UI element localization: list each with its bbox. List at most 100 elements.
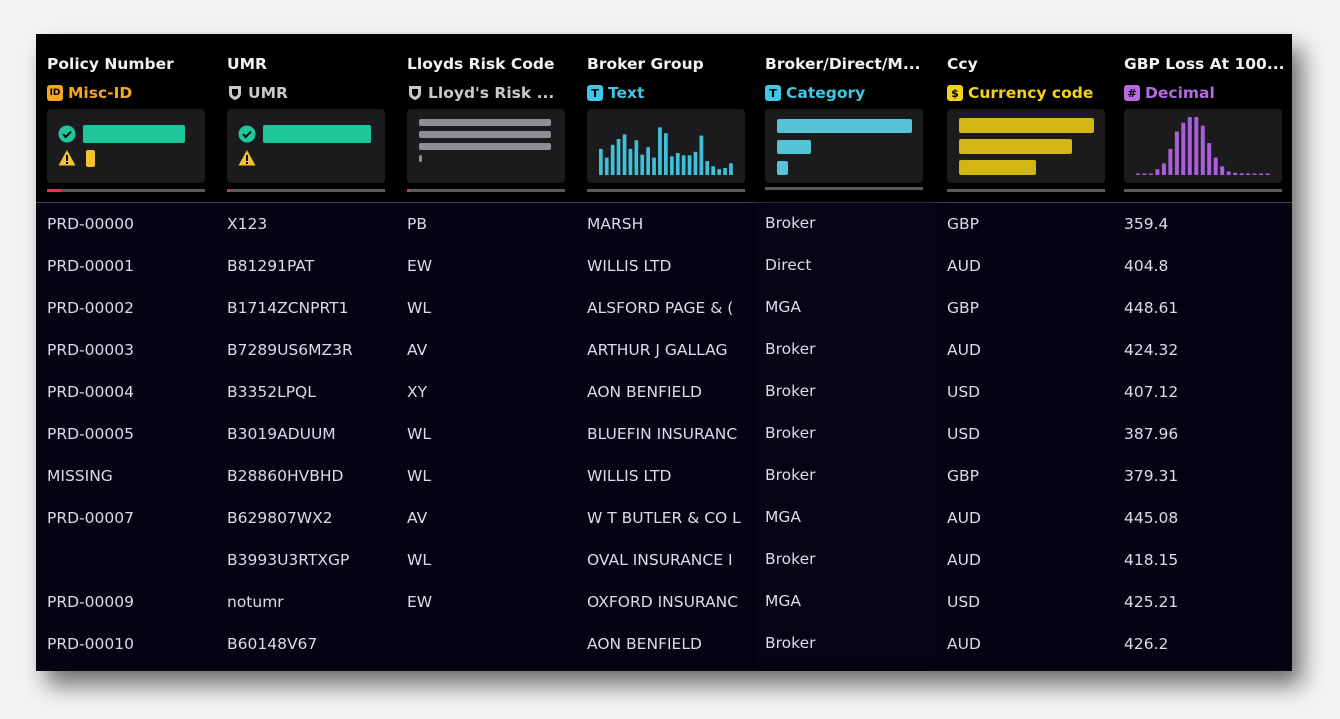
table-cell[interactable]: 445.08 — [1124, 497, 1292, 539]
table-cell[interactable]: MGA — [765, 496, 933, 538]
column-header[interactable]: GBP Loss At 100... # Decimal — [1113, 34, 1292, 202]
column-type[interactable]: T Category — [765, 83, 935, 103]
table-cell[interactable]: GBP — [947, 287, 1115, 329]
table-cell[interactable]: 359.4 — [1124, 203, 1292, 245]
table-cell[interactable]: B28860HVBHD — [227, 455, 395, 497]
table-cell[interactable]: ARTHUR J GALLAG — [587, 329, 743, 371]
table-cell[interactable]: 379.31 — [1124, 455, 1292, 497]
table-cell[interactable]: WL — [407, 455, 575, 497]
table-cell[interactable]: 407.12 — [1124, 371, 1292, 413]
table-cell[interactable]: Broker — [765, 370, 933, 412]
table-cell[interactable]: B7289US6MZ3R — [227, 329, 395, 371]
table-cell[interactable]: GBP — [947, 203, 1115, 245]
table-cell[interactable]: PRD-00010 — [47, 623, 215, 665]
table-cell[interactable]: B3993U3RTXGP — [227, 539, 395, 581]
table-cell[interactable]: PRD-00003 — [47, 329, 215, 371]
column-type[interactable]: T Text — [587, 83, 757, 103]
table-cell[interactable]: 387.96 — [1124, 413, 1292, 455]
table-cell[interactable]: ALSFORD PAGE & ( — [587, 287, 743, 329]
table-cell[interactable]: AUD — [947, 497, 1115, 539]
table-cell[interactable]: B60148V67 — [227, 623, 395, 665]
table-cell[interactable]: Direct — [765, 244, 933, 286]
column-header[interactable]: Lloyds Risk Code Lloyd's Risk ... — [396, 34, 576, 202]
table-cell[interactable]: PRD-00005 — [47, 413, 215, 455]
table-cell[interactable]: B629807WX2 — [227, 497, 395, 539]
table-cell[interactable]: 448.61 — [1124, 287, 1292, 329]
table-cell[interactable]: WL — [407, 413, 575, 455]
table-cell[interactable]: XY — [407, 371, 575, 413]
column-type[interactable]: $ Currency code — [947, 83, 1117, 103]
table-cell[interactable]: 426.2 — [1124, 623, 1292, 665]
column-title[interactable]: Lloyds Risk Code — [407, 55, 577, 73]
column-type[interactable]: Lloyd's Risk ... — [407, 83, 577, 103]
column-type[interactable]: # Decimal — [1124, 83, 1292, 103]
table-cell[interactable]: B3352LPQL — [227, 371, 395, 413]
column-title[interactable]: Ccy — [947, 55, 1117, 73]
column-title[interactable]: Broker/Direct/M... — [765, 55, 935, 73]
table-row[interactable]: PRD-00000 X123 PB MARSH Broker GBP 359.4 — [36, 203, 1292, 245]
column-header[interactable]: UMR UMR — [216, 34, 396, 202]
table-cell[interactable]: 404.8 — [1124, 245, 1292, 287]
table-cell[interactable]: Broker — [765, 328, 933, 370]
table-cell[interactable]: Broker — [765, 454, 933, 496]
table-row[interactable]: PRD-00003 B7289US6MZ3R AV ARTHUR J GALLAG Br… — [36, 329, 1292, 371]
table-cell[interactable]: OVAL INSURANCE I — [587, 539, 743, 581]
table-row[interactable]: PRD-00002 B1714ZCNPRT1 WL ALSFORD PAGE & ( M… — [36, 287, 1292, 329]
table-row[interactable]: B3993U3RTXGP WL OVAL INSURANCE I Broker AUD 4… — [36, 539, 1292, 581]
column-header[interactable]: Broker Group T Text — [576, 34, 754, 202]
table-cell[interactable]: WILLIS LTD — [587, 455, 743, 497]
table-cell[interactable]: EW — [407, 245, 575, 287]
table-cell[interactable]: PRD-00002 — [47, 287, 215, 329]
table-cell[interactable]: Broker — [765, 412, 933, 454]
table-row[interactable]: MISSING B28860HVBHD WL WILLIS LTD Broker GBP 3… — [36, 455, 1292, 497]
table-cell[interactable]: PRD-00007 — [47, 497, 215, 539]
table-cell[interactable]: AUD — [947, 539, 1115, 581]
table-cell[interactable]: WL — [407, 287, 575, 329]
table-cell[interactable]: AON BENFIELD — [587, 371, 743, 413]
table-cell[interactable]: MGA — [765, 580, 933, 622]
table-cell[interactable]: AUD — [947, 245, 1115, 287]
table-cell[interactable]: notumr — [227, 581, 395, 623]
table-cell[interactable]: AV — [407, 497, 575, 539]
column-title[interactable]: GBP Loss At 100... — [1124, 55, 1292, 73]
table-cell[interactable]: GBP — [947, 455, 1115, 497]
table-cell[interactable]: B1714ZCNPRT1 — [227, 287, 395, 329]
table-cell[interactable]: Broker — [765, 202, 933, 244]
table-cell[interactable]: PRD-00000 — [47, 203, 215, 245]
table-cell[interactable]: AUD — [947, 623, 1115, 665]
column-title[interactable]: Policy Number — [47, 55, 217, 73]
table-row[interactable]: PRD-00007 B629807WX2 AV W T BUTLER & CO L MG… — [36, 497, 1292, 539]
table-cell[interactable]: MARSH — [587, 203, 743, 245]
column-header[interactable]: Ccy $ Currency code — [936, 34, 1113, 202]
column-type[interactable]: UMR — [227, 83, 397, 103]
column-title[interactable]: Broker Group — [587, 55, 757, 73]
table-row[interactable]: PRD-00005 B3019ADUUM WL BLUEFIN INSURANC Bro… — [36, 413, 1292, 455]
table-row[interactable]: PRD-00001 B81291PAT EW WILLIS LTD Direct AUD 4… — [36, 245, 1292, 287]
table-cell[interactable]: MGA — [765, 286, 933, 328]
table-cell[interactable] — [47, 539, 215, 581]
table-cell[interactable]: AV — [407, 329, 575, 371]
table-cell[interactable]: PB — [407, 203, 575, 245]
column-header[interactable]: Broker/Direct/M... T Category — [754, 34, 936, 202]
table-cell[interactable]: USD — [947, 413, 1115, 455]
table-cell[interactable]: PRD-00001 — [47, 245, 215, 287]
column-header[interactable]: Policy Number ID Misc-ID — [36, 34, 216, 202]
table-cell[interactable]: PRD-00004 — [47, 371, 215, 413]
table-cell[interactable]: X123 — [227, 203, 395, 245]
table-cell[interactable]: USD — [947, 371, 1115, 413]
table-cell[interactable]: 418.15 — [1124, 539, 1292, 581]
table-cell[interactable]: B81291PAT — [227, 245, 395, 287]
table-row[interactable]: PRD-00004 B3352LPQL XY AON BENFIELD Broker US… — [36, 371, 1292, 413]
table-cell[interactable]: OXFORD INSURANC — [587, 581, 743, 623]
table-cell[interactable]: Broker — [765, 622, 933, 664]
table-cell[interactable]: AUD — [947, 329, 1115, 371]
table-cell[interactable]: AON BENFIELD — [587, 623, 743, 665]
table-cell[interactable]: MISSING — [47, 455, 215, 497]
table-cell[interactable]: 425.21 — [1124, 581, 1292, 623]
column-title[interactable]: UMR — [227, 55, 397, 73]
table-cell[interactable]: BLUEFIN INSURANC — [587, 413, 743, 455]
column-type[interactable]: ID Misc-ID — [47, 83, 217, 103]
table-cell[interactable] — [407, 623, 575, 665]
table-cell[interactable]: EW — [407, 581, 575, 623]
table-cell[interactable]: WL — [407, 539, 575, 581]
